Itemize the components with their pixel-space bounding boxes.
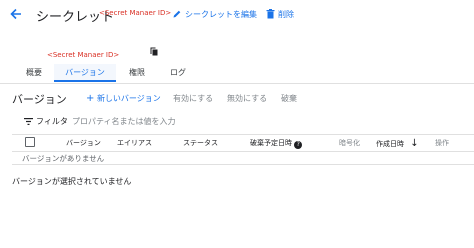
new-version-label: 新しいバージョン: [96, 94, 161, 103]
tab-logs[interactable]: ログ: [160, 64, 196, 82]
tab-overview[interactable]: 概要: [14, 64, 54, 82]
back-arrow-icon[interactable]: [8, 6, 24, 22]
delete-button[interactable]: 削除: [266, 8, 294, 20]
column-scheduled-destroy-label: 破棄予定日時: [250, 139, 292, 147]
destroy-button[interactable]: 破棄: [281, 93, 297, 104]
copy-icon[interactable]: [150, 47, 158, 56]
help-icon[interactable]: ?: [294, 141, 303, 149]
secret-id-annotation: <Secret Manaer ID>: [99, 9, 172, 17]
enable-button[interactable]: 有効にする: [173, 93, 213, 104]
tabs-divider: [0, 83, 474, 84]
versions-title: バージョン: [12, 93, 67, 106]
select-all-checkbox[interactable]: [25, 137, 35, 147]
trash-icon: [266, 9, 275, 19]
column-created-label: 作成日時: [376, 140, 404, 148]
delete-label: 削除: [278, 9, 294, 19]
edit-secret-button[interactable]: シークレットを編集: [172, 8, 257, 20]
column-created[interactable]: 作成日時 ↓: [376, 138, 419, 149]
plus-icon: +: [86, 93, 95, 104]
secret-id-annotation-sub: <Secret Manaer ID>: [47, 51, 120, 59]
filter-label: フィルタ: [36, 117, 68, 126]
table-empty-text: バージョンがありません: [22, 154, 105, 163]
column-version[interactable]: バージョン: [66, 138, 101, 148]
filter-icon: [24, 118, 33, 125]
column-scheduled-destroy[interactable]: 破棄予定日時 ?: [250, 138, 303, 149]
tab-permissions[interactable]: 権限: [118, 64, 156, 82]
column-status[interactable]: ステータス: [183, 138, 218, 148]
column-actions: 操作: [435, 139, 449, 147]
edit-secret-label: シークレットを編集: [185, 9, 257, 19]
tab-versions[interactable]: バージョン: [54, 64, 116, 82]
page-header: シークレット <Secret Manaer ID> シークレットを編集 削除: [0, 0, 474, 30]
disable-button[interactable]: 無効にする: [227, 93, 267, 104]
column-alias[interactable]: エイリアス: [117, 138, 152, 148]
no-selection-text: バージョンが選択されていません: [12, 177, 132, 186]
new-version-button[interactable]: + 新しいバージョン: [86, 93, 161, 104]
versions-table-header: バージョン エイリアス ステータス 破棄予定日時 ? 暗号化 作成日時 ↓ 操作: [12, 134, 474, 152]
filter-input[interactable]: プロパティ名または値を入力: [72, 116, 176, 127]
tab-bar: 概要 バージョン 権限 ログ: [14, 64, 454, 82]
column-encryption[interactable]: 暗号化: [339, 138, 360, 148]
sort-descending-icon: ↓: [410, 138, 419, 149]
pencil-icon: [173, 10, 181, 18]
